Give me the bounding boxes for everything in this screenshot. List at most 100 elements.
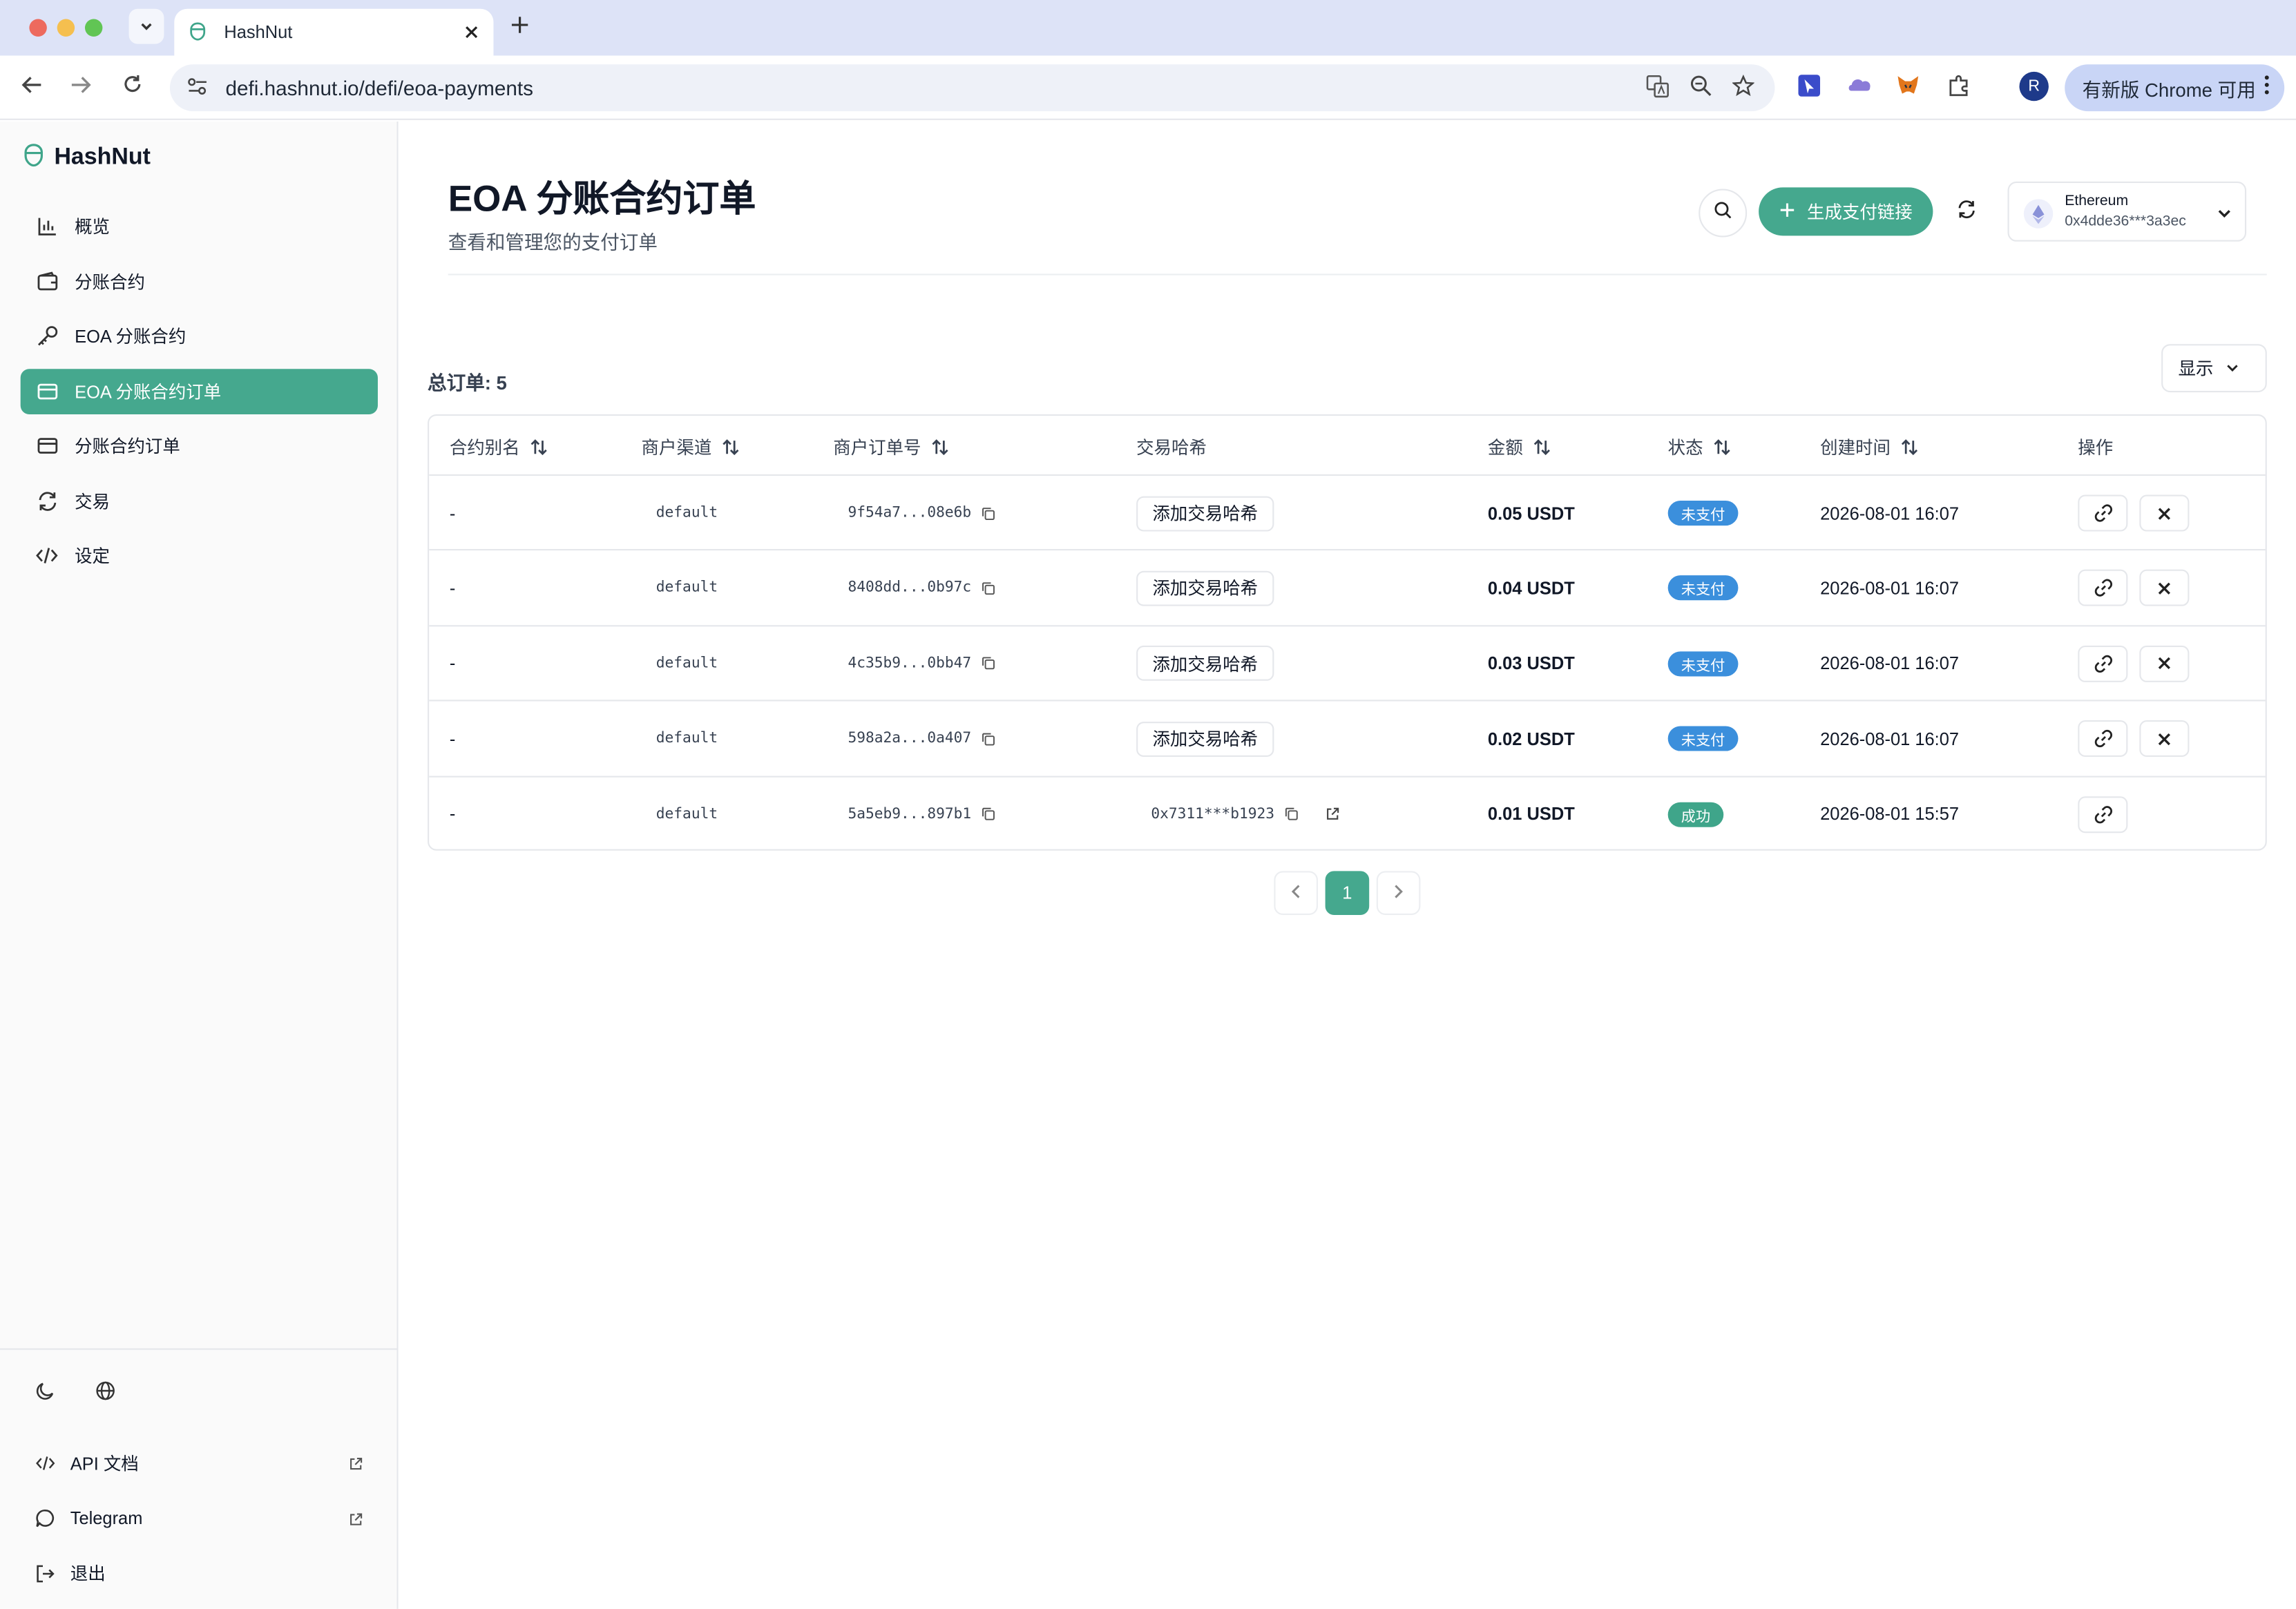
sidebar-item-split-contracts[interactable]: 分账合约 (21, 258, 378, 304)
copy-link-button[interactable] (2078, 494, 2128, 532)
external-link-icon[interactable] (1326, 807, 1340, 821)
hashnut-logo-icon (23, 144, 44, 171)
copy-link-button[interactable] (2078, 796, 2128, 833)
zoom-icon[interactable] (1690, 75, 1712, 102)
language-globe-icon[interactable] (95, 1380, 116, 1408)
extension-cloud-icon[interactable] (1846, 73, 1873, 102)
header-divider (448, 273, 2267, 276)
chrome-update-button[interactable]: 有新版 Chrome 可用 (2065, 64, 2285, 112)
tx-hash-cell: 添加交易哈希 (1136, 702, 1274, 776)
add-tx-hash-button[interactable]: 添加交易哈希 (1136, 570, 1274, 606)
cancel-order-button[interactable] (2139, 570, 2190, 607)
tab-close-icon[interactable] (464, 21, 479, 44)
extension-cursor-icon[interactable] (1797, 73, 1821, 104)
add-tx-hash-button[interactable]: 添加交易哈希 (1136, 721, 1274, 757)
extensions-puzzle-icon[interactable] (1948, 73, 1971, 102)
column-amount[interactable]: 金额 (1488, 435, 1551, 460)
card-icon (35, 379, 59, 403)
reload-icon[interactable] (117, 73, 146, 102)
address-bar[interactable]: defi.hashnut.io/defi/eoa-payments (169, 64, 1775, 112)
page-button[interactable]: 1 (1325, 871, 1370, 915)
sidebar-item-eoa-contracts[interactable]: EOA 分账合约 (21, 314, 378, 359)
site-settings-icon[interactable] (187, 77, 208, 99)
search-button[interactable] (1699, 189, 1748, 238)
column-order-no[interactable]: 商户订单号 (833, 435, 949, 460)
cancel-order-button[interactable] (2139, 645, 2190, 682)
copy-icon[interactable] (982, 505, 996, 520)
status-cell: 未支付 (1667, 626, 1739, 701)
sidebar-item-eoa-orders[interactable]: EOA 分账合约订单 (20, 368, 378, 414)
cancel-order-button[interactable] (2139, 494, 2190, 532)
column-label: 交易哈希 (1136, 437, 1207, 459)
cancel-order-button[interactable] (2139, 720, 2190, 758)
copy-icon[interactable] (982, 731, 996, 746)
new-tab-button[interactable] (510, 12, 530, 43)
forward-arrow-icon[interactable] (66, 73, 95, 104)
wallet-selector[interactable]: Ethereum 0x4dde36***3a3ec (2007, 181, 2247, 242)
logout-link[interactable]: 退出 (21, 1546, 378, 1601)
kebab-menu-icon[interactable] (2264, 75, 2270, 99)
sidebar-item-split-orders[interactable]: 分账合约订单 (21, 423, 378, 469)
column-status[interactable]: 状态 (1668, 435, 1731, 460)
alias-cell: - (449, 503, 456, 523)
copy-icon[interactable] (982, 807, 996, 821)
previous-page-button[interactable] (1274, 871, 1318, 915)
column-actions: 操作 (2078, 435, 2113, 460)
alias-cell: - (449, 578, 456, 599)
sidebar-item-label: EOA 分账合约 (75, 326, 186, 347)
metamask-fox-icon[interactable] (1896, 73, 1920, 102)
telegram-link[interactable]: Telegram (21, 1491, 378, 1546)
column-alias[interactable]: 合约别名 (450, 435, 548, 460)
copy-link-button[interactable] (2078, 570, 2128, 607)
profile-avatar[interactable]: R (2019, 71, 2049, 102)
next-page-button[interactable] (1376, 871, 1421, 915)
column-label: 操作 (2078, 437, 2114, 459)
generate-payment-link-button[interactable]: 生成支付链接 (1759, 187, 1933, 236)
tab-search-icon[interactable] (128, 8, 164, 44)
sort-icon[interactable] (722, 439, 739, 456)
sidebar-item-overview[interactable]: 概览 (21, 204, 378, 249)
order-no-cell: 8408dd...0b97c (848, 551, 996, 626)
amount-cell: 0.03 USDT (1487, 653, 1575, 674)
refresh-button[interactable] (1956, 199, 1977, 227)
maximize-window-button[interactable] (84, 19, 103, 37)
minimize-window-button[interactable] (57, 19, 75, 37)
translate-icon[interactable] (1646, 75, 1670, 102)
column-label: 商户订单号 (833, 437, 921, 459)
back-arrow-icon[interactable] (17, 73, 46, 104)
copy-icon[interactable] (982, 581, 996, 595)
status-badge: 未支付 (1667, 575, 1739, 601)
sidebar-item-label: 分账合约订单 (75, 436, 180, 457)
table-row: - default 4c35b9...0bb47 添加交易哈希 0.03 USDT 未支付… (429, 626, 2266, 702)
brand[interactable]: HashNut (23, 144, 151, 171)
copy-link-button[interactable] (2078, 645, 2128, 682)
add-tx-hash-button[interactable]: 添加交易哈希 (1136, 495, 1274, 531)
key-icon (35, 325, 59, 348)
sort-icon[interactable] (530, 439, 547, 456)
display-columns-button[interactable]: 显示 (2161, 344, 2267, 393)
sidebar-item-settings[interactable]: 设定 (21, 533, 378, 579)
browser-tab[interactable]: HashNut (174, 8, 494, 56)
api-docs-link[interactable]: API 文档 (21, 1436, 378, 1492)
sort-icon[interactable] (1901, 439, 1918, 456)
order-no-cell: 9f54a7...08e6b (848, 476, 996, 550)
column-label: 金额 (1487, 437, 1523, 459)
copy-link-button[interactable] (2078, 720, 2128, 758)
copy-icon[interactable] (1285, 807, 1299, 821)
sort-icon[interactable] (931, 439, 948, 456)
sort-icon[interactable] (1713, 439, 1730, 456)
column-channel[interactable]: 商户渠道 (642, 435, 740, 460)
sidebar-item-transactions[interactable]: 交易 (21, 478, 378, 523)
brand-name: HashNut (54, 144, 151, 169)
copy-icon[interactable] (982, 656, 996, 671)
order-no-cell: 598a2a...0a407 (848, 702, 996, 776)
logout-icon (35, 1563, 56, 1584)
dark-mode-moon-icon[interactable] (35, 1380, 56, 1408)
close-window-button[interactable] (29, 19, 47, 37)
add-tx-hash-button[interactable]: 添加交易哈希 (1136, 646, 1274, 682)
order-no-value: 598a2a...0a407 (848, 731, 972, 747)
bookmark-star-icon[interactable] (1732, 74, 1755, 102)
sidebar-item-label: 交易 (75, 491, 111, 512)
sort-icon[interactable] (1533, 439, 1551, 456)
column-created[interactable]: 创建时间 (1820, 435, 1918, 460)
